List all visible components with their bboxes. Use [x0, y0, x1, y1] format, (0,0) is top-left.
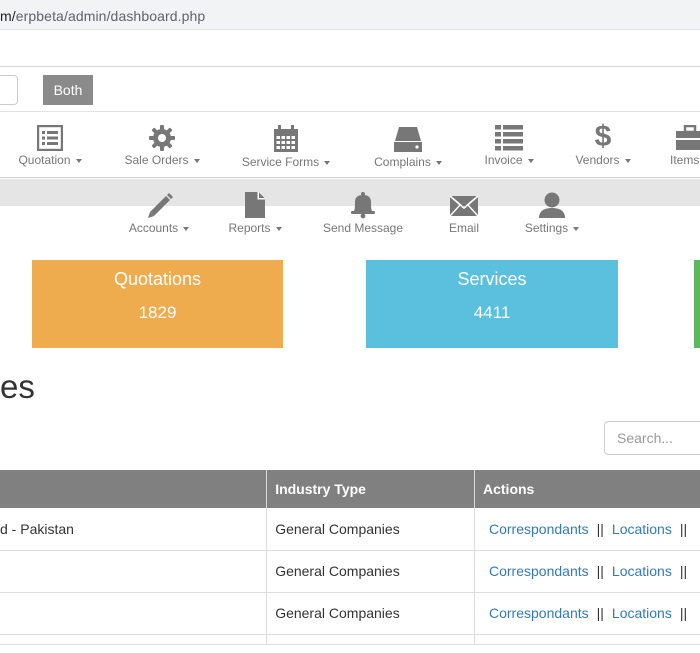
- locations-link[interactable]: Locations: [612, 521, 672, 537]
- action-separator: ||: [596, 605, 604, 621]
- next-card-edge[interactable]: [694, 260, 700, 348]
- action-separator: ||: [679, 563, 688, 579]
- cell-actions: Correspondants || Locations ||: [474, 508, 700, 551]
- quotations-card-title: Quotations: [113, 269, 202, 289]
- nav-item-accounts[interactable]: Accounts: [126, 191, 192, 235]
- nav-item-items[interactable]: Items: [670, 125, 700, 167]
- secondary-nav: Accounts Reports Send Message Email Sett…: [0, 186, 700, 238]
- cell-actions: Correspondants || Locations ||: [474, 592, 700, 635]
- filter-input[interactable]: [0, 75, 18, 105]
- chevron-down-icon: [435, 160, 442, 165]
- table-row: General Companies Correspondants || Locati…: [0, 592, 700, 635]
- services-card-title: Services: [457, 269, 527, 289]
- cog-icon: [149, 125, 175, 151]
- table-search-input[interactable]: [604, 421, 700, 455]
- cell-company-name: [0, 550, 268, 593]
- cell-industry-type: General Companies: [266, 508, 475, 551]
- cell-company-name: [0, 592, 268, 635]
- locations-link[interactable]: Locations: [612, 605, 672, 621]
- correspondants-link[interactable]: Correspondants: [489, 605, 589, 621]
- chevron-down-icon: [275, 226, 282, 231]
- nav-item-settings[interactable]: Settings: [520, 191, 584, 235]
- locations-link[interactable]: Locations: [612, 563, 672, 579]
- correspondants-link[interactable]: Correspondants: [489, 521, 589, 537]
- chevron-down-icon: [527, 158, 534, 163]
- hdd-icon: [394, 127, 422, 152]
- chevron-down-icon: [324, 160, 331, 165]
- browser-address-bar[interactable]: m/erpbeta/admin/dashboard.php: [0, 0, 700, 30]
- th-list-icon: [495, 125, 523, 151]
- calendar-icon: [274, 125, 298, 152]
- table-row: General Companies Correspondants || Locati…: [0, 550, 700, 593]
- services-card[interactable]: Services 4411: [366, 260, 618, 348]
- user-icon: [539, 192, 565, 218]
- url-text[interactable]: m/erpbeta/admin/dashboard.php: [0, 8, 205, 24]
- chevron-down-icon: [624, 158, 631, 163]
- bell-icon: [351, 192, 375, 219]
- column-header-industry-type[interactable]: Industry Type: [266, 470, 475, 508]
- action-separator: ||: [596, 563, 604, 579]
- nav-item-reports[interactable]: Reports: [225, 191, 285, 235]
- cell-industry-type: General Companies: [266, 592, 475, 635]
- table-row: d - Pakistan General Companies Correspon…: [0, 508, 700, 551]
- action-separator: ||: [596, 520, 604, 537]
- envelope-icon: [449, 195, 479, 217]
- chevron-down-icon: [75, 158, 82, 163]
- nav-item-email[interactable]: Email: [442, 191, 486, 235]
- cell-company-name: d - Pakistan: [0, 508, 268, 551]
- quotations-card[interactable]: Quotations 1829: [32, 260, 283, 348]
- both-button[interactable]: Both: [43, 75, 93, 105]
- cell-actions: Correspondants || Locations ||: [474, 550, 700, 593]
- nav-item-send-message[interactable]: Send Message: [320, 191, 406, 235]
- cell-industry-type: General Companies: [266, 550, 475, 593]
- companies-table: Industry Type Actions d - Pakistan Gener…: [0, 470, 700, 645]
- quotations-count: 1829: [138, 303, 177, 322]
- chevron-down-icon: [573, 226, 580, 231]
- file-icon: [245, 192, 265, 218]
- correspondants-link[interactable]: Correspondants: [489, 563, 589, 579]
- services-count: 4411: [473, 303, 511, 322]
- action-separator: ||: [679, 520, 688, 537]
- table-header-row: Industry Type Actions: [0, 470, 700, 508]
- nav-item-service-forms[interactable]: Service Forms: [238, 125, 334, 169]
- filter-bar: Both: [0, 66, 700, 112]
- briefcase-icon: [676, 125, 700, 150]
- nav-item-quotation[interactable]: Quotation: [16, 125, 84, 167]
- nav-item-invoice[interactable]: Invoice: [480, 125, 538, 167]
- section-heading: es: [0, 368, 35, 405]
- pencil-icon: [148, 193, 173, 218]
- chevron-down-icon: [183, 226, 190, 231]
- chevron-down-icon: [193, 158, 200, 163]
- table-row-partial: [0, 634, 700, 645]
- column-header-actions: Actions: [474, 470, 700, 508]
- nav-item-vendors[interactable]: $ Vendors: [571, 122, 635, 167]
- dollar-icon: $: [594, 120, 612, 153]
- action-separator: ||: [679, 605, 688, 621]
- nav-item-sale-orders[interactable]: Sale Orders: [120, 125, 204, 167]
- column-header-name[interactable]: [0, 470, 268, 508]
- nav-item-complains[interactable]: Complains: [370, 125, 446, 169]
- primary-nav: Quotation Sale Orders Service Forms Comp…: [0, 112, 700, 178]
- list-alt-icon: [37, 125, 63, 151]
